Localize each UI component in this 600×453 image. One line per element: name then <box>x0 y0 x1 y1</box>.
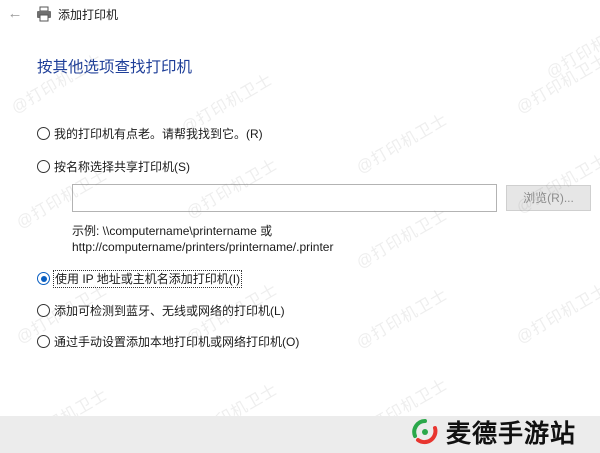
printer-icon <box>37 6 51 22</box>
brand-name: 麦德手游站 <box>446 419 577 448</box>
option-label: 按名称选择共享打印机(S) <box>54 160 190 174</box>
title-bar: ← 添加打印机 <box>0 0 600 30</box>
watermark: @打印机卫士 <box>513 281 600 348</box>
window-title: 添加打印机 <box>58 8 119 22</box>
radio-button[interactable] <box>37 160 50 173</box>
watermark: @打印机卫士 <box>353 111 451 178</box>
watermark: @打印机卫士 <box>513 51 600 118</box>
option-label: 通过手动设置添加本地打印机或网络打印机(O) <box>54 335 300 349</box>
browse-button[interactable]: 浏览(R)... <box>506 185 591 211</box>
example-text-line2: http://computername/printers/printername… <box>72 240 334 254</box>
option-label: 使用 IP 地址或主机名添加打印机(I) <box>52 270 243 288</box>
brand-badge: 麦德手游站 <box>412 414 576 450</box>
example-text-line1: 示例: \\computername\printername 或 <box>72 224 273 238</box>
brand-logo-icon <box>412 419 438 445</box>
back-arrow-icon[interactable]: ← <box>6 5 24 23</box>
radio-button-selected[interactable] <box>37 272 50 285</box>
option-label: 添加可检测到蓝牙、无线或网络的打印机(L) <box>54 304 285 318</box>
page-heading: 按其他选项查找打印机 <box>37 59 193 76</box>
radio-button[interactable] <box>37 335 50 348</box>
share-name-input[interactable] <box>72 184 497 212</box>
option-label: 我的打印机有点老。请帮我找到它。(R) <box>54 127 263 141</box>
radio-button[interactable] <box>37 127 50 140</box>
radio-button[interactable] <box>37 304 50 317</box>
watermark: @打印机卫士 <box>353 286 451 353</box>
